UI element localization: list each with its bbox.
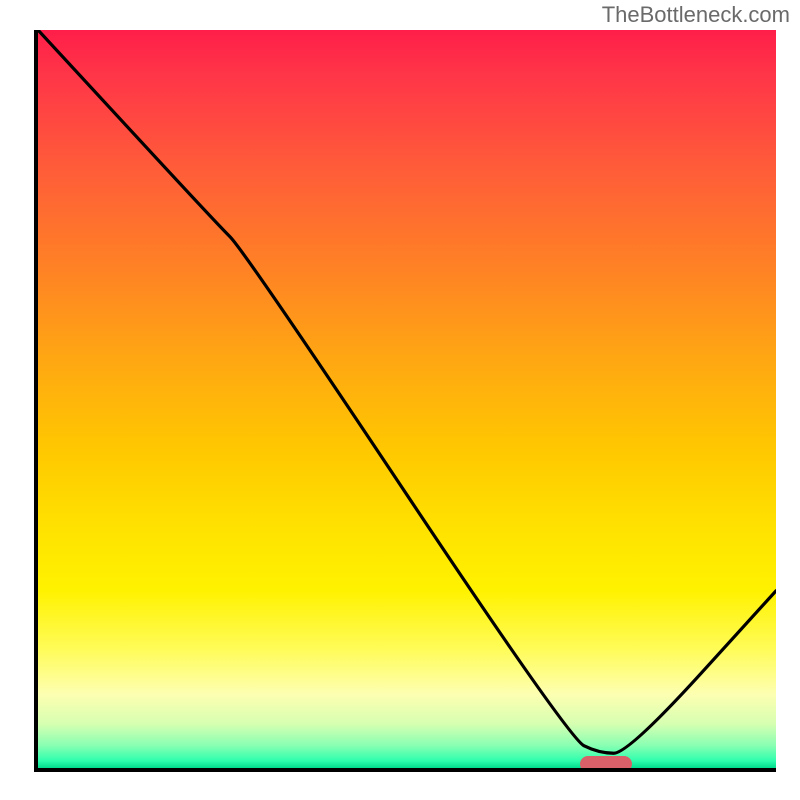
watermark-text: TheBottleneck.com bbox=[602, 2, 790, 28]
plot-area bbox=[34, 30, 776, 772]
gradient-background bbox=[38, 30, 776, 768]
chart-container: TheBottleneck.com bbox=[0, 0, 800, 800]
optimal-marker bbox=[580, 756, 632, 772]
